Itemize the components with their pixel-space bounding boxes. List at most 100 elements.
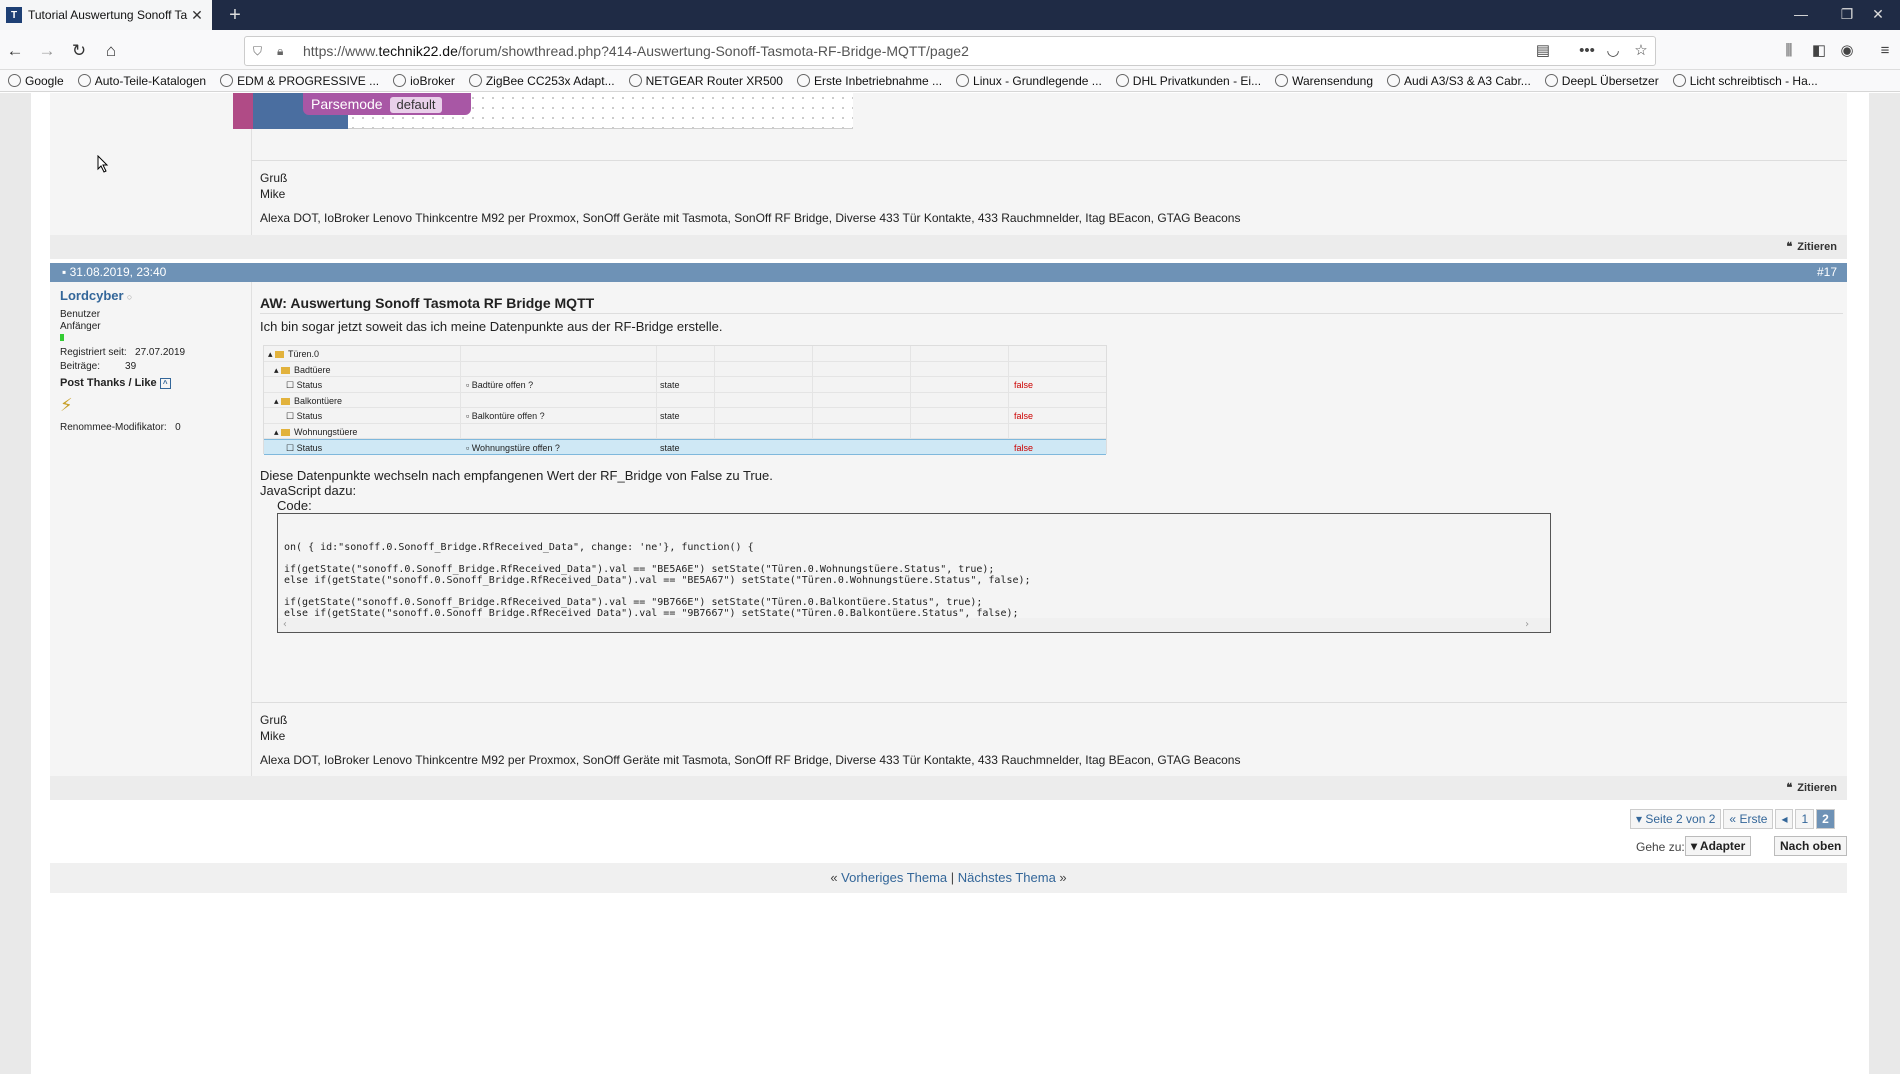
bookmark-star-icon[interactable]: ☆ <box>1628 38 1654 64</box>
object-row: ☐ Status ▫ Wohnungstüre offen ? state false <box>264 439 1106 455</box>
bookmark-item[interactable]: ioBroker <box>393 74 455 88</box>
post-number-link[interactable]: #17 <box>1817 263 1837 282</box>
object-row: ▴ Badtüere <box>264 362 1106 377</box>
tab-title: Tutorial Auswertung Sonoff Ta <box>28 8 188 22</box>
forum-jump-dropdown[interactable]: ▾ Adapter <box>1685 836 1752 856</box>
quote-icon: ❝ <box>1786 782 1793 794</box>
bookmark-item[interactable]: NETGEAR Router XR500 <box>628 74 783 88</box>
library-icon[interactable]: ⫼ <box>1776 38 1802 64</box>
bookmark-globe-icon <box>77 74 91 87</box>
object-row: ▴ Balkontüere <box>264 393 1106 408</box>
minimize-window-icon[interactable]: — <box>1778 0 1824 30</box>
url-text: https://www.technik22.de/forum/showthrea… <box>303 43 969 59</box>
page-actions-icon[interactable]: ••• <box>1574 38 1600 64</box>
bookmark-globe-icon <box>1672 74 1686 87</box>
quote-icon: ❝ <box>1786 241 1793 253</box>
bookmark-globe-icon <box>8 74 21 87</box>
bookmark-item[interactable]: ZigBee CC253x Adapt... <box>468 74 615 88</box>
forward-icon[interactable]: → <box>34 38 60 64</box>
next-thread-link[interactable]: Nächstes Thema <box>958 870 1056 885</box>
thanks-like-icon[interactable]: ⚡︎ <box>60 395 240 416</box>
title-divider <box>260 313 1843 314</box>
site-favicon-icon: T <box>6 7 22 23</box>
bookmark-globe-icon <box>468 74 482 87</box>
object-row: ☐ Status ▫ Balkontüre offen ? state false <box>264 408 1106 424</box>
back-to-top-button[interactable]: Nach oben <box>1774 836 1848 856</box>
reputation-modifier: Renommee-Modifikator: 0 <box>60 422 181 433</box>
bookmark-item[interactable]: DeepL Übersetzer <box>1544 74 1659 88</box>
scroll-right-icon[interactable]: › <box>1524 619 1530 630</box>
bookmark-item[interactable]: Erste Inbetriebnahme ... <box>796 74 942 88</box>
bookmark-globe-icon <box>1544 74 1558 87</box>
collapse-icon[interactable]: ^ <box>159 378 171 389</box>
thread-navigation: « Vorheriges Thema | Nächstes Thema » <box>50 863 1847 893</box>
username-link[interactable]: Lordcyber <box>60 288 124 303</box>
reload-icon[interactable]: ↻ <box>66 38 92 64</box>
address-bar[interactable]: ⛉ 🔒︎ https://www.technik22.de/forum/show… <box>244 36 1656 66</box>
bookmark-item[interactable]: Audi A3/S3 & A3 Cabr... <box>1387 74 1531 88</box>
bookmark-item[interactable]: Auto-Teile-Katalogen <box>77 74 206 88</box>
previous-thread-link[interactable]: Vorheriges Thema <box>841 870 947 885</box>
forum-content: Parsemode default Gruß Mike Alexa DOT, I… <box>31 93 1869 1074</box>
parsemode-block: Parsemode default <box>303 93 471 115</box>
pocket-icon[interactable]: ◡ <box>1600 38 1626 64</box>
navigation-toolbar: ← → ↻ ⌂ ⛉ 🔒︎ https://www.technik22.de/fo… <box>0 30 1900 70</box>
bookmark-item[interactable]: DHL Privatkunden - Ei... <box>1115 74 1261 88</box>
bookmark-globe-icon <box>393 74 407 87</box>
browser-tab[interactable]: T Tutorial Auswertung Sonoff Ta ✕ <box>0 0 212 30</box>
bookmarks-toolbar: Google Auto-Teile-Katalogen EDM & PROGRESS… <box>0 70 1900 92</box>
post-title: AW: Auswertung Sonoff Tasmota RF Bridge … <box>260 295 595 311</box>
post-date: ▪ 31.08.2019, 23:40 <box>62 265 167 279</box>
close-tab-icon[interactable]: ✕ <box>188 7 206 24</box>
code-block[interactable]: on( { id:"sonoff.0.Sonoff_Bridge.RfRecei… <box>277 513 1551 633</box>
signature-divider <box>251 160 1847 161</box>
parsemode-value: default <box>390 97 442 113</box>
first-page-link[interactable]: « Erste <box>1723 809 1774 829</box>
page-info-dropdown[interactable]: ▾ Seite 2 von 2 <box>1630 809 1722 829</box>
bookmark-item[interactable]: Google <box>8 74 64 88</box>
bookmark-globe-icon <box>796 74 810 87</box>
page-link-1[interactable]: 1 <box>1795 809 1815 829</box>
bookmark-item[interactable]: Licht schreibtisch - Ha... <box>1672 74 1818 88</box>
horizontal-scrollbar[interactable]: ‹ › <box>278 618 1550 632</box>
menu-icon[interactable]: ≡ <box>1872 38 1898 64</box>
post-signature: Alexa DOT, IoBroker Lenovo Thinkcentre M… <box>260 753 1241 767</box>
sidebar-icon[interactable]: ◧ <box>1806 38 1832 64</box>
bookmark-item[interactable]: Linux - Grundlegende ... <box>956 74 1102 88</box>
reader-view-icon[interactable]: ▤ <box>1530 38 1556 64</box>
bookmark-globe-icon <box>1387 74 1401 87</box>
object-row: ▴ Türen.0 <box>264 346 1106 362</box>
post-footer: ❝ Zitieren <box>50 776 1847 800</box>
user-role: Benutzer <box>60 309 101 320</box>
bookmark-item[interactable]: EDM & PROGRESSIVE ... <box>220 74 379 88</box>
lock-icon[interactable]: 🔒︎ <box>277 44 293 59</box>
mouse-cursor-icon <box>97 155 109 173</box>
quote-button[interactable]: ❝ Zitieren <box>1786 240 1837 254</box>
new-tab-icon[interactable]: + <box>222 3 248 27</box>
post-text-after: Diese Datenpunkte wechseln nach empfange… <box>260 468 773 498</box>
object-row: ☐ Status ▫ Badtüre offen ? state false <box>264 377 1106 393</box>
home-icon[interactable]: ⌂ <box>98 38 124 64</box>
bookmark-globe-icon <box>628 74 642 87</box>
post-count-info: Beiträge: 39 <box>60 361 137 372</box>
post-greeting: Gruß Mike <box>260 713 288 743</box>
offline-status-icon: ○ <box>126 292 133 302</box>
account-icon[interactable]: ◉ <box>1834 38 1860 64</box>
goto-label: Gehe zu: <box>1636 840 1685 854</box>
quote-button[interactable]: ❝ Zitieren <box>1786 781 1837 795</box>
page-link-current: 2 <box>1816 809 1835 829</box>
previous-post-signature: Alexa DOT, IoBroker Lenovo Thinkcentre M… <box>260 211 1241 225</box>
close-window-icon[interactable]: ✕ <box>1856 0 1900 30</box>
prev-page-link[interactable]: ◂ <box>1775 809 1794 829</box>
signature-divider <box>251 702 1847 703</box>
user-info-panel: Lordcyber ○ Benutzer Anfänger Registrier… <box>60 288 240 434</box>
reputation-bar <box>60 334 64 341</box>
user-rank: Anfänger <box>60 321 101 332</box>
tracking-shield-icon[interactable]: ⛉ <box>253 44 269 59</box>
bookmark-item[interactable]: Warensendung <box>1275 74 1373 88</box>
bookmark-globe-icon <box>1275 74 1289 87</box>
back-icon[interactable]: ← <box>2 38 28 64</box>
web-page: Parsemode default Gruß Mike Alexa DOT, I… <box>0 93 1900 1074</box>
scroll-left-icon[interactable]: ‹ <box>282 619 288 630</box>
previous-post-greeting: Gruß Mike <box>260 171 288 201</box>
